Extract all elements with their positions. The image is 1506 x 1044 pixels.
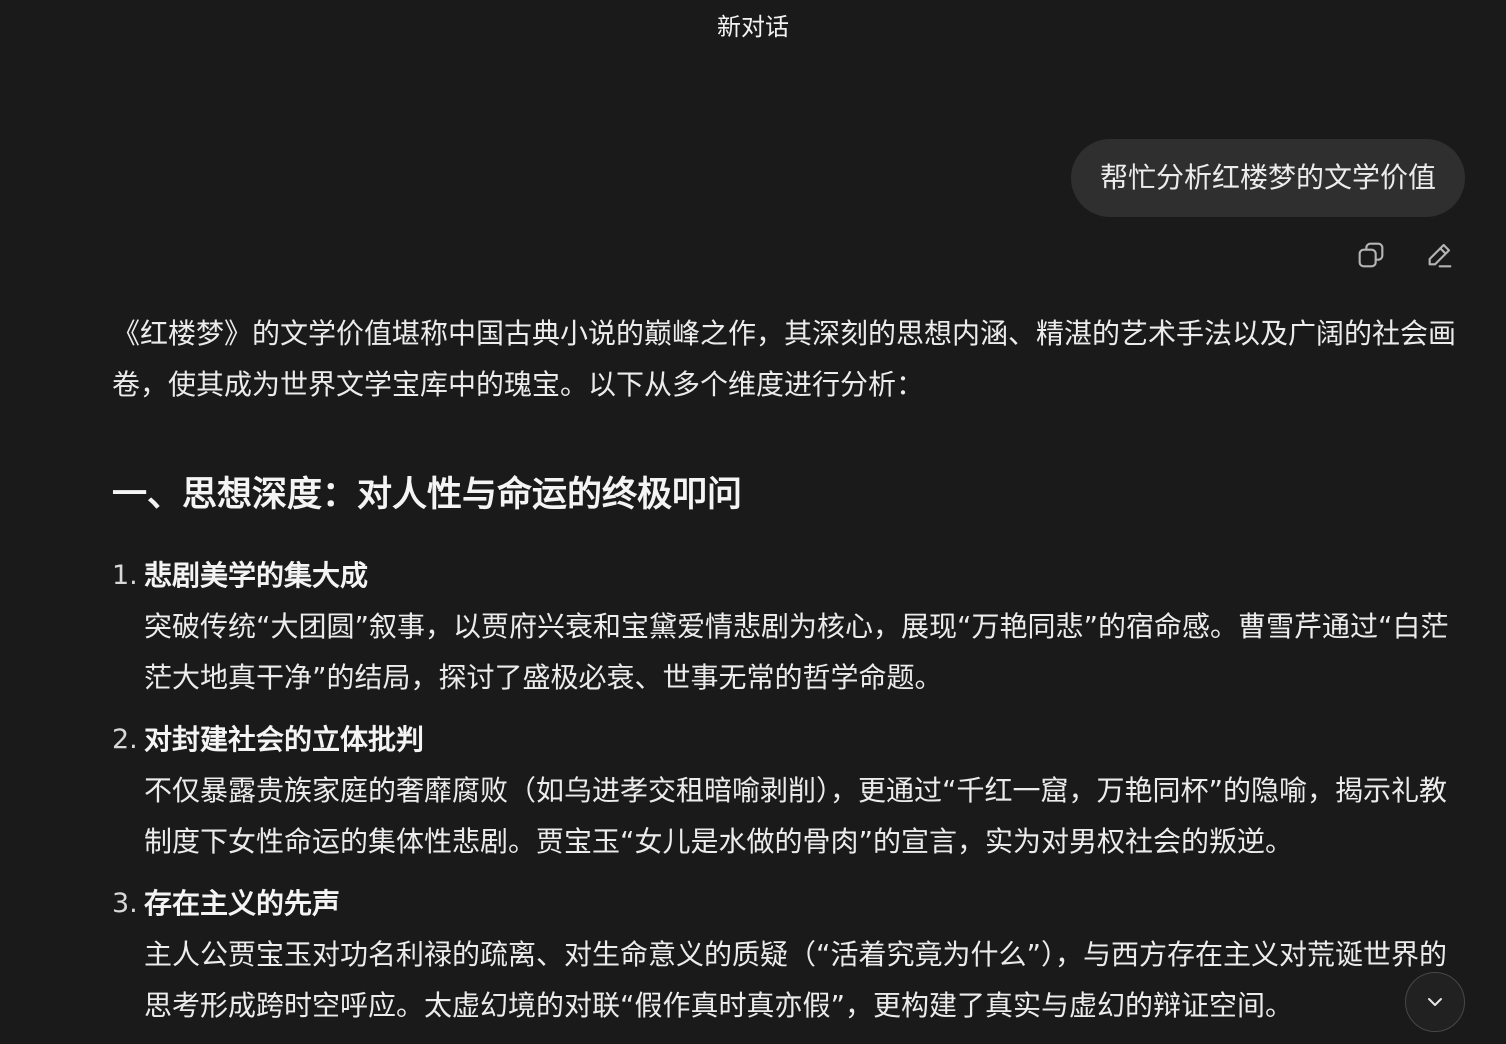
list-item: 1. 悲剧美学的集大成 突破传统“大团圆”叙事，以贾府兴衰和宝黛爱情悲剧为核心，… — [112, 550, 1468, 703]
list-item-title: 对封建社会的立体批判 — [144, 723, 425, 756]
answer-intro: 《红楼梦》的文学价值堪称中国古典小说的巅峰之作，其深刻的思想内涵、精湛的艺术手法… — [112, 317, 1457, 401]
user-message-bubble: 帮忙分析红楼梦的文学价值 — [1070, 139, 1465, 217]
list-item: 2. 对封建社会的立体批判 不仅暴露贵族家庭的奢靡腐败（如乌进孝交租暗喻剥削），… — [112, 714, 1468, 867]
page-title: 新对话 — [717, 13, 789, 41]
list-item-body: 突破传统“大团圆”叙事，以贾府兴衰和宝黛爱情悲剧为核心，展现“万艳同悲”的宿命感… — [144, 610, 1449, 694]
list-item-number: 1. — [112, 560, 138, 591]
list-item-body: 不仅暴露贵族家庭的奢靡腐败（如乌进孝交租暗喻剥削），更通过“千红一窟，万艳同杯”… — [144, 774, 1448, 858]
copy-message-button[interactable] — [1351, 235, 1391, 275]
point-list: 1. 悲剧美学的集大成 突破传统“大团圆”叙事，以贾府兴衰和宝黛爱情悲剧为核心，… — [112, 550, 1468, 1031]
copy-icon — [1358, 242, 1384, 268]
edit-pencil-icon — [1428, 243, 1452, 268]
section-heading: 一、思想深度：对人性与命运的终极叩问 — [112, 475, 743, 515]
list-item-title: 悲剧美学的集大成 — [144, 559, 369, 592]
edit-message-button[interactable] — [1419, 235, 1459, 275]
scroll-to-bottom-button[interactable] — [1405, 972, 1465, 1032]
list-item-body: 主人公贾宝玉对功名利禄的疏离、对生命意义的质疑（“活着究竟为什么”），与西方存在… — [144, 938, 1448, 1022]
assistant-answer: 《红楼梦》的文学价值堪称中国古典小说的巅峰之作，其深刻的思想内涵、精湛的艺术手法… — [112, 308, 1468, 1042]
list-item-number: 2. — [112, 724, 138, 755]
list-item-title: 存在主义的先声 — [144, 887, 341, 920]
list-item-number: 3. — [112, 888, 138, 919]
list-item: 3. 存在主义的先声 主人公贾宝玉对功名利禄的疏离、对生命意义的质疑（“活着究竟… — [112, 878, 1468, 1031]
chevron-down-icon — [1428, 998, 1442, 1006]
